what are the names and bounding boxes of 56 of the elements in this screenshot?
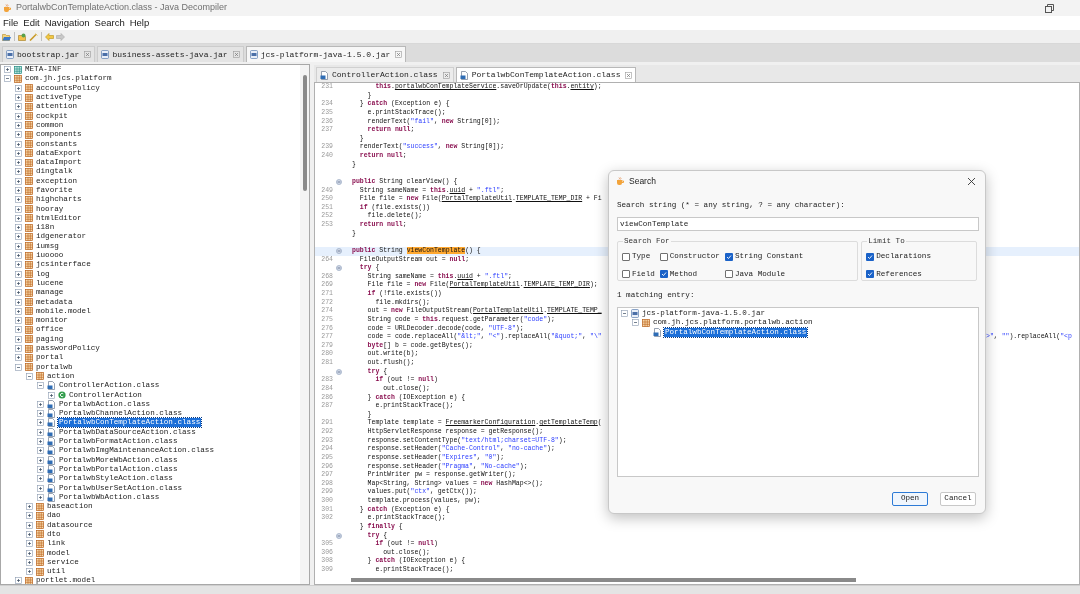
class-icon	[58, 391, 66, 400]
class-file-icon	[47, 427, 56, 437]
dialog-title: Search	[629, 174, 656, 188]
class-file-icon	[47, 437, 56, 446]
coffee-cup-icon	[616, 176, 625, 186]
close-icon	[395, 51, 403, 58]
class-file-icon	[47, 464, 56, 474]
class-file-icon	[47, 418, 56, 428]
close-icon	[84, 51, 92, 58]
close-icon	[442, 71, 450, 79]
checkbox[interactable]	[659, 270, 668, 279]
menu-item[interactable]: File	[3, 15, 19, 31]
package-icon	[36, 372, 44, 381]
tab[interactable]: PortalwbConTemplateAction.class	[455, 67, 637, 82]
class-file-icon	[459, 70, 469, 80]
class-file-icon	[320, 70, 329, 80]
package-icon	[25, 576, 33, 584]
class-file-icon	[47, 399, 56, 409]
menu-item[interactable]: Navigation	[44, 15, 90, 31]
jar-icon	[101, 50, 110, 59]
checkbox[interactable]	[724, 253, 733, 262]
tab[interactable]: jcs-platform-java-1.5.0.jar	[245, 46, 407, 62]
checkbox[interactable]	[622, 253, 630, 262]
close-icon	[232, 51, 240, 58]
class-file-icon	[47, 474, 56, 484]
menu-item[interactable]: Edit	[23, 15, 40, 31]
class-file-icon	[47, 446, 56, 456]
open-folder-icon[interactable]	[2, 32, 11, 41]
tab[interactable]: ControllerAction.class	[316, 67, 454, 82]
checkbox[interactable]	[622, 270, 630, 279]
coffee-cup-icon	[3, 3, 12, 13]
jar-icon	[6, 50, 14, 59]
restore-icon[interactable]	[1045, 3, 1054, 13]
checkbox[interactable]	[866, 253, 875, 262]
class-file-icon	[47, 381, 56, 391]
class-file-icon	[47, 492, 56, 502]
class-file-icon	[47, 455, 56, 465]
jar-icon	[631, 308, 639, 318]
checkbox[interactable]	[659, 253, 668, 262]
scrollbar-thumb[interactable]	[302, 75, 307, 191]
scrollbar-thumb[interactable]	[351, 577, 856, 582]
class-file-icon	[47, 483, 56, 493]
jar-icon	[249, 50, 258, 59]
class-file-icon	[47, 409, 56, 419]
close-icon	[625, 71, 633, 79]
package-icon	[642, 318, 650, 327]
menu-item[interactable]: Search	[94, 15, 125, 31]
close-icon[interactable]	[967, 176, 976, 186]
tab[interactable]: business-assets-java.jar	[97, 46, 244, 62]
tab[interactable]: bootstrap.jar	[2, 46, 96, 62]
open-type-icon[interactable]	[18, 32, 27, 41]
checkbox[interactable]	[866, 270, 875, 279]
window-title: PortalwbConTemplateAction.class - Java Decompiler	[16, 1, 228, 15]
menu-item[interactable]: Help	[129, 15, 150, 31]
checkbox[interactable]	[724, 270, 733, 279]
class-file-icon	[653, 327, 662, 337]
